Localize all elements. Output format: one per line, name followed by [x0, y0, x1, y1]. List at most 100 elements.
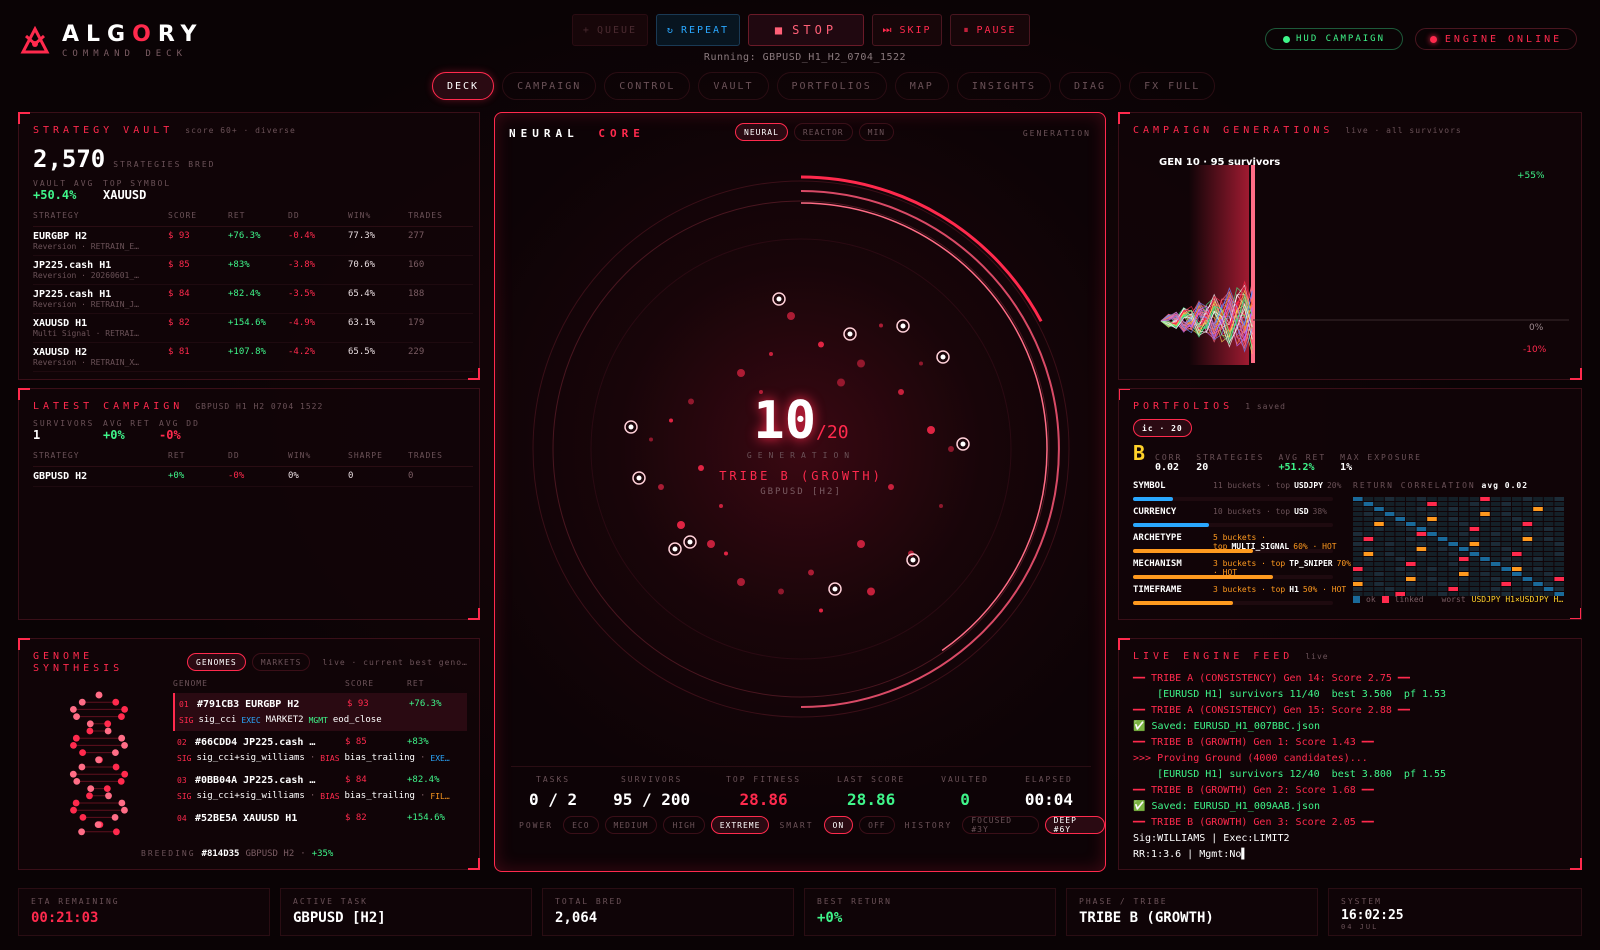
- strategy-archetype: Reversion · 20260601_…: [33, 271, 139, 280]
- tab-control[interactable]: CONTROL: [604, 72, 691, 100]
- col-header: RET: [228, 211, 288, 227]
- heatmap-cell: [1437, 507, 1448, 511]
- heatmap-cell: [1448, 537, 1458, 541]
- genome-item[interactable]: 02 #66CDD4 JP225.cash … $ 85 +83% SIG sig_cci…: [173, 731, 467, 769]
- heatmap-cell: [1427, 522, 1437, 526]
- heatmap-cell: [1459, 527, 1469, 531]
- table-row[interactable]: JP225.cash H1 Reversion · RETRAIN_J… $ 84 +…: [33, 284, 473, 314]
- heatmap-cell: [1490, 562, 1501, 566]
- phase-tribe-stat: PHASE / TRIBE TRIBE B (GROWTH): [1066, 888, 1318, 936]
- heatmap-cell: [1448, 567, 1458, 571]
- heatmap-cell: [1533, 557, 1543, 561]
- power-medium-button[interactable]: MEDIUM: [604, 816, 658, 834]
- tab-campaign[interactable]: CAMPAIGN: [502, 72, 597, 100]
- heatmap-cell: [1480, 562, 1490, 566]
- generation-total: /20: [816, 422, 849, 443]
- tab-insights[interactable]: INSIGHTS: [956, 72, 1051, 100]
- pause-button[interactable]: ⏸ PAUSE: [950, 14, 1030, 46]
- heatmap-cell: [1490, 542, 1501, 546]
- heatmap-cell: [1416, 572, 1427, 576]
- stop-button[interactable]: ■ STOP: [748, 14, 864, 46]
- core-stats: TASKS 0 / 2 SURVIVORS 95 / 200 TOP FITNESS 28…: [511, 766, 1091, 809]
- heatmap-cell: [1406, 577, 1416, 581]
- feed-log[interactable]: ━━ TRIBE A (CONSISTENCY) Gen 14: Score 2…: [1133, 671, 1446, 863]
- tab-map[interactable]: MAP: [894, 72, 949, 100]
- dna-node: [121, 806, 128, 814]
- skip-button[interactable]: ⏭ SKIP: [872, 14, 942, 46]
- dna-node: [73, 713, 80, 720]
- heatmap-cell: [1512, 517, 1522, 521]
- table-row[interactable]: XAUUSD H2 Reversion · RETRAIN_X… $ 81 +107.…: [33, 342, 473, 372]
- heatmap-cell: [1480, 567, 1490, 571]
- heatmap-cell: [1543, 497, 1554, 501]
- heatmap-cell: [1363, 547, 1374, 551]
- queue-button[interactable]: + QUEUE: [572, 14, 648, 46]
- portfolio-chip[interactable]: ic · 20: [1133, 419, 1192, 437]
- bucket-pct: 50% · HOT: [1302, 585, 1347, 594]
- table-row[interactable]: JP225.cash H1 Reversion · 20260601_… $ 85 +…: [33, 255, 473, 285]
- status-dot-icon: [1429, 35, 1437, 43]
- heatmap-cell: [1554, 577, 1564, 581]
- table-row[interactable]: EURGBP H2 Reversion · RETRAIN_E… $ 93 +76.3…: [33, 226, 473, 256]
- worst-label: worst: [1441, 595, 1466, 604]
- tab-diag[interactable]: DIAG: [1058, 72, 1122, 100]
- feed-line: RR:1:3.6 | Mgmt:No▌: [1133, 849, 1248, 860]
- smart-off-button[interactable]: OFF: [859, 816, 895, 834]
- tab-deck[interactable]: DECK: [432, 72, 495, 100]
- bucket-bar-fill: [1133, 523, 1209, 527]
- heatmap-cell: [1353, 557, 1363, 561]
- vault-count-label: STRATEGIES BRED: [113, 160, 216, 169]
- heatmap-cell: [1395, 552, 1405, 556]
- heatmap-cell: [1543, 582, 1554, 586]
- table-row[interactable]: XAUUSD H1 Multi Signal · RETRAI… $ 82 +154.…: [33, 313, 473, 343]
- heatmap-cell: [1395, 532, 1405, 536]
- win-value: 77.3%: [348, 226, 408, 256]
- heatmap-cell: [1363, 522, 1374, 526]
- heatmap-cell: [1501, 552, 1511, 556]
- repeat-button[interactable]: ↻ REPEAT: [656, 14, 740, 46]
- dna-node: [86, 727, 94, 735]
- heatmap-cell: [1363, 542, 1374, 546]
- genome-genes: SIG sig_cci+sig_williams · BIAS bias_trailin…: [177, 791, 450, 801]
- tab-genomes[interactable]: GENOMES: [187, 653, 246, 671]
- genome-item[interactable]: 01 #791CB3 EURGBP H2 $ 93 +76.3% SIG sig_cci E…: [173, 693, 467, 731]
- smart-on-button[interactable]: ON: [823, 816, 854, 834]
- panel-subtitle: score 60+ · diverse: [185, 126, 296, 135]
- heatmap-cell: [1554, 587, 1564, 591]
- score-cell: $ 84: [168, 284, 228, 314]
- genome-genes: SIG sig_cci+sig_williams · BIAS bias_trailin…: [177, 753, 450, 763]
- col-header: DD: [228, 451, 288, 467]
- avg-ret-value: +0%: [103, 428, 125, 442]
- heatmap-cell: [1448, 527, 1458, 531]
- heatmap-cell: [1395, 497, 1405, 501]
- hud-campaign-toggle[interactable]: HUD CAMPAIGN: [1265, 28, 1403, 50]
- heatmap-cell: [1395, 537, 1405, 541]
- heatmap-cell: [1469, 497, 1480, 501]
- panel-title: SYNTHESIS: [33, 663, 124, 674]
- heatmap-cell: [1501, 502, 1511, 506]
- power-eco-button[interactable]: ECO: [563, 816, 599, 834]
- heatmap-cell: [1374, 507, 1384, 511]
- tab-portfolios[interactable]: PORTFOLIOS: [776, 72, 887, 100]
- genome-item[interactable]: 03 #0BB04A JP225.cash … $ 84 +82.4% SIG sig_c…: [173, 769, 467, 807]
- tab-vault[interactable]: VAULT: [698, 72, 769, 100]
- power-extreme-button[interactable]: EXTREME: [710, 816, 770, 834]
- bucket-pct: 20%: [1326, 481, 1342, 490]
- tab-markets[interactable]: MARKETS: [251, 653, 311, 671]
- tab-fx-full[interactable]: FX FULL: [1129, 72, 1216, 100]
- genome-id: #791CB3 EURGBP H2: [197, 698, 300, 710]
- history-focused-button[interactable]: FOCUSED #3Y: [962, 816, 1039, 834]
- gene-value: bias_trailing: [344, 791, 415, 801]
- strategy-vault-panel: STRATEGY VAULT score 60+ · diverse 2,570 …: [18, 112, 480, 380]
- heatmap-cell: [1427, 527, 1437, 531]
- history-deep-button[interactable]: DEEP #6Y: [1044, 816, 1105, 834]
- gene-key: BIAS: [320, 791, 340, 801]
- heatmap-cell: [1543, 507, 1554, 511]
- power-high-button[interactable]: HIGH: [663, 816, 705, 834]
- heatmap-cell: [1490, 537, 1501, 541]
- heatmap-cell: [1384, 552, 1395, 556]
- heatmap-cell: [1448, 522, 1458, 526]
- table-row[interactable]: GBPUSD H2 +0% -0% 0% 0 0: [33, 466, 473, 487]
- genome-item[interactable]: 04 #52BE5A XAUUSD H1 $ 82 +154.6%: [173, 807, 467, 829]
- app-title: ALGORY: [62, 22, 204, 47]
